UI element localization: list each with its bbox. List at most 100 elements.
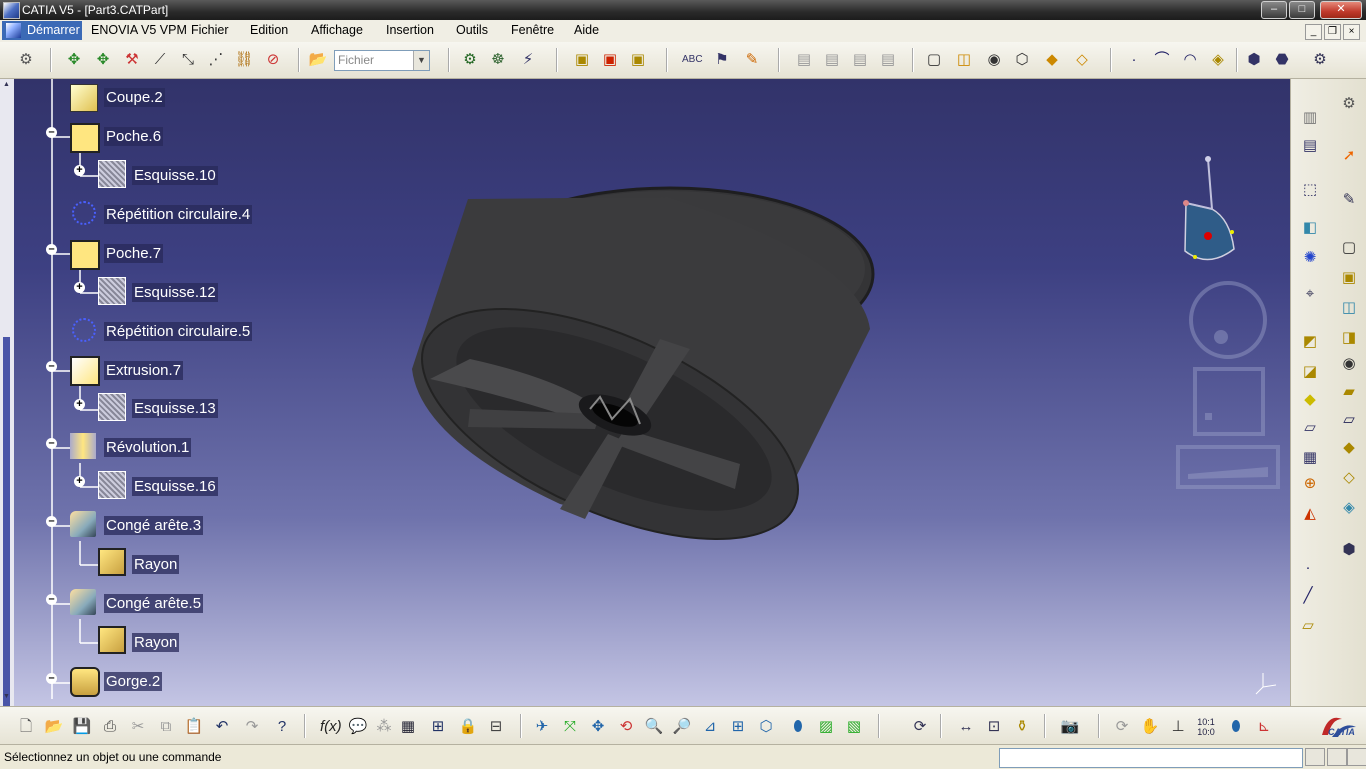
chamfer-tool-icon[interactable]: ◪ <box>1299 361 1321 383</box>
analysis-2-icon[interactable]: ⬣ <box>1272 50 1292 70</box>
annotation-plane-icon[interactable]: ✎ <box>742 50 762 70</box>
draft-tool-icon[interactable]: ◆ <box>1299 389 1321 411</box>
thread-tool-icon[interactable]: ▦ <box>1299 447 1321 469</box>
expand-icon[interactable]: + <box>74 282 85 293</box>
plane-icon[interactable]: ▱ <box>1297 615 1319 637</box>
capture-icon[interactable]: 📷 <box>1060 717 1080 737</box>
3d-viewport[interactable]: Coupe.2 – Poche.6 + Esquisse.10 Répétiti… <box>0 79 1290 706</box>
rib-tool-icon[interactable]: ⬡ <box>1012 50 1032 70</box>
offset-icon[interactable]: ⟋ <box>150 50 170 70</box>
hole-center-icon[interactable]: ◉ <box>1338 353 1360 375</box>
command-input[interactable] <box>999 748 1303 768</box>
expand-icon[interactable]: + <box>74 476 85 487</box>
catalog-icon[interactable]: ⊟ <box>486 717 506 737</box>
menu-affichage[interactable]: Affichage <box>311 23 363 37</box>
table-icon[interactable]: ▦ <box>398 717 418 737</box>
tree-node-esquisse-13[interactable]: Esquisse.13 <box>132 399 218 418</box>
scrollbar-thumb[interactable] <box>3 337 10 737</box>
target-tool-icon[interactable]: ⊕ <box>1299 473 1321 495</box>
eraser-tool-icon[interactable]: ◈ <box>1208 50 1228 70</box>
status-resize-grip[interactable] <box>1347 748 1366 766</box>
circular-pattern-tool-icon[interactable]: ✺ <box>1299 247 1321 269</box>
hole-tool-icon[interactable]: ◉ <box>984 50 1004 70</box>
shell-tool-icon[interactable]: ▱ <box>1299 417 1321 439</box>
expand-icon[interactable]: + <box>74 165 85 176</box>
scale-ratio-icon[interactable]: 10:1 10:0 <box>1196 717 1216 737</box>
boolean-remove-icon[interactable]: ▣ <box>600 50 620 70</box>
flag-note-icon[interactable]: ⚑ <box>712 50 732 70</box>
loft-tool-icon[interactable]: ◆ <box>1042 50 1062 70</box>
tree-node-esquisse-16[interactable]: Esquisse.16 <box>132 477 218 496</box>
line-icon[interactable]: ╱ <box>1297 585 1319 607</box>
menu-edition[interactable]: Edition <box>250 23 288 37</box>
fillet-tool-icon[interactable]: ◩ <box>1299 331 1321 353</box>
lock-icon[interactable]: 🔒 <box>458 717 478 737</box>
scroll-down-icon[interactable]: ▼ <box>2 693 11 700</box>
fly-mode-icon[interactable]: ✈ <box>532 717 552 737</box>
hide-show-icon[interactable]: ▨ <box>816 717 836 737</box>
update-icon[interactable]: ⟳ <box>910 717 930 737</box>
curve-tool-icon[interactable]: ⌒ <box>1152 50 1172 70</box>
measure-inertia-icon[interactable]: ⚱ <box>1012 717 1032 737</box>
menu-enovia[interactable]: ENOVIA V5 VPM <box>91 23 187 37</box>
sketcher-icon[interactable]: ✎ <box>1338 189 1360 211</box>
snap-grid-icon[interactable]: ⋰ <box>206 50 226 70</box>
collapse-icon[interactable]: – <box>46 673 57 684</box>
file-type-combo[interactable]: Fichier ▼ <box>334 50 430 71</box>
lighting-icon[interactable]: ⚡ <box>518 50 538 70</box>
hole-right-icon[interactable]: ◨ <box>1338 327 1360 349</box>
stiffener-tool-icon[interactable]: ◇ <box>1072 50 1092 70</box>
collapse-icon[interactable]: – <box>46 516 57 527</box>
pad-right-icon[interactable]: ▢ <box>1338 237 1360 259</box>
view-mode-icon[interactable]: ☸ <box>488 50 508 70</box>
render-style-icon[interactable]: ⚙ <box>460 50 480 70</box>
surface-tool-icon[interactable]: ◠ <box>1180 50 1200 70</box>
tree-node-esquisse-12[interactable]: Esquisse.12 <box>132 283 218 302</box>
command-toggle-button[interactable] <box>1327 748 1347 766</box>
remove-lofted-icon[interactable]: ◈ <box>1338 497 1360 519</box>
command-list-button[interactable] <box>1305 748 1325 766</box>
tree-node-poche-6[interactable]: Poche.6 <box>104 127 164 146</box>
minimize-button[interactable]: – <box>1261 1 1287 19</box>
doc-minimize-button[interactable]: _ <box>1305 24 1322 40</box>
save-icon[interactable]: 💾 <box>72 717 92 737</box>
axis-system-icon[interactable]: ⊥ <box>1168 717 1188 737</box>
pad-tool-icon[interactable]: ▢ <box>924 50 944 70</box>
hand-icon[interactable]: ✋ <box>1140 717 1160 737</box>
sketch-analysis-icon[interactable]: ▥ <box>1299 107 1321 129</box>
swap-space-icon[interactable]: ▧ <box>844 717 864 737</box>
boolean-intersect-icon[interactable]: ▣ <box>628 50 648 70</box>
rib-right-icon[interactable]: ▰ <box>1338 381 1360 403</box>
wheel-rim-model[interactable] <box>390 186 875 587</box>
cylinder-view-icon[interactable]: ⬮ <box>1226 717 1246 737</box>
settings-gear-icon[interactable]: ⚙ <box>1338 93 1360 115</box>
tree-node-rayon-2[interactable]: Rayon <box>132 633 180 652</box>
open-icon[interactable]: 📂 <box>44 717 64 737</box>
center-tool-icon[interactable]: ⌖ <box>1299 283 1321 305</box>
collapse-icon[interactable]: – <box>46 244 57 255</box>
snap-icon[interactable]: ✥ <box>93 50 113 70</box>
tree-node-conge-arete-3[interactable]: Congé arête.3 <box>104 516 204 535</box>
menu-aide[interactable]: Aide <box>574 23 599 37</box>
menu-insertion[interactable]: Insertion <box>386 23 434 37</box>
boolean-add-icon[interactable]: ▣ <box>572 50 592 70</box>
remove-face-icon[interactable]: ◭ <box>1299 503 1321 525</box>
tree-node-extrusion-7[interactable]: Extrusion.7 <box>104 361 184 380</box>
sketch-tracer-icon[interactable]: ⚙ <box>16 50 36 70</box>
whats-this-icon[interactable]: ? <box>272 717 292 737</box>
manipulate-icon[interactable]: ⚒ <box>122 50 142 70</box>
tree-node-repetition-circulaire-4[interactable]: Répétition circulaire.4 <box>104 205 253 224</box>
point-tool-icon[interactable]: · <box>1124 50 1144 70</box>
zoom-in-icon[interactable]: 🔍 <box>644 717 664 737</box>
groove-right-icon[interactable]: ◫ <box>1338 297 1360 319</box>
apply-material-icon[interactable]: ⚙ <box>1310 50 1330 70</box>
measure-icon[interactable]: ⛓ <box>234 50 254 70</box>
new-document-icon[interactable]: 🗋 <box>16 717 36 737</box>
chevron-down-icon[interactable]: ▼ <box>413 51 429 70</box>
shading-icon[interactable]: ⬮ <box>788 717 808 737</box>
slot-right-icon[interactable]: ▱ <box>1338 409 1360 431</box>
compass-widget[interactable] <box>1183 156 1235 261</box>
solid-combine-icon[interactable]: ◆ <box>1338 437 1360 459</box>
tree-node-gorge-2[interactable]: Gorge.2 <box>104 672 163 691</box>
multi-view-icon[interactable]: ⊞ <box>728 717 748 737</box>
